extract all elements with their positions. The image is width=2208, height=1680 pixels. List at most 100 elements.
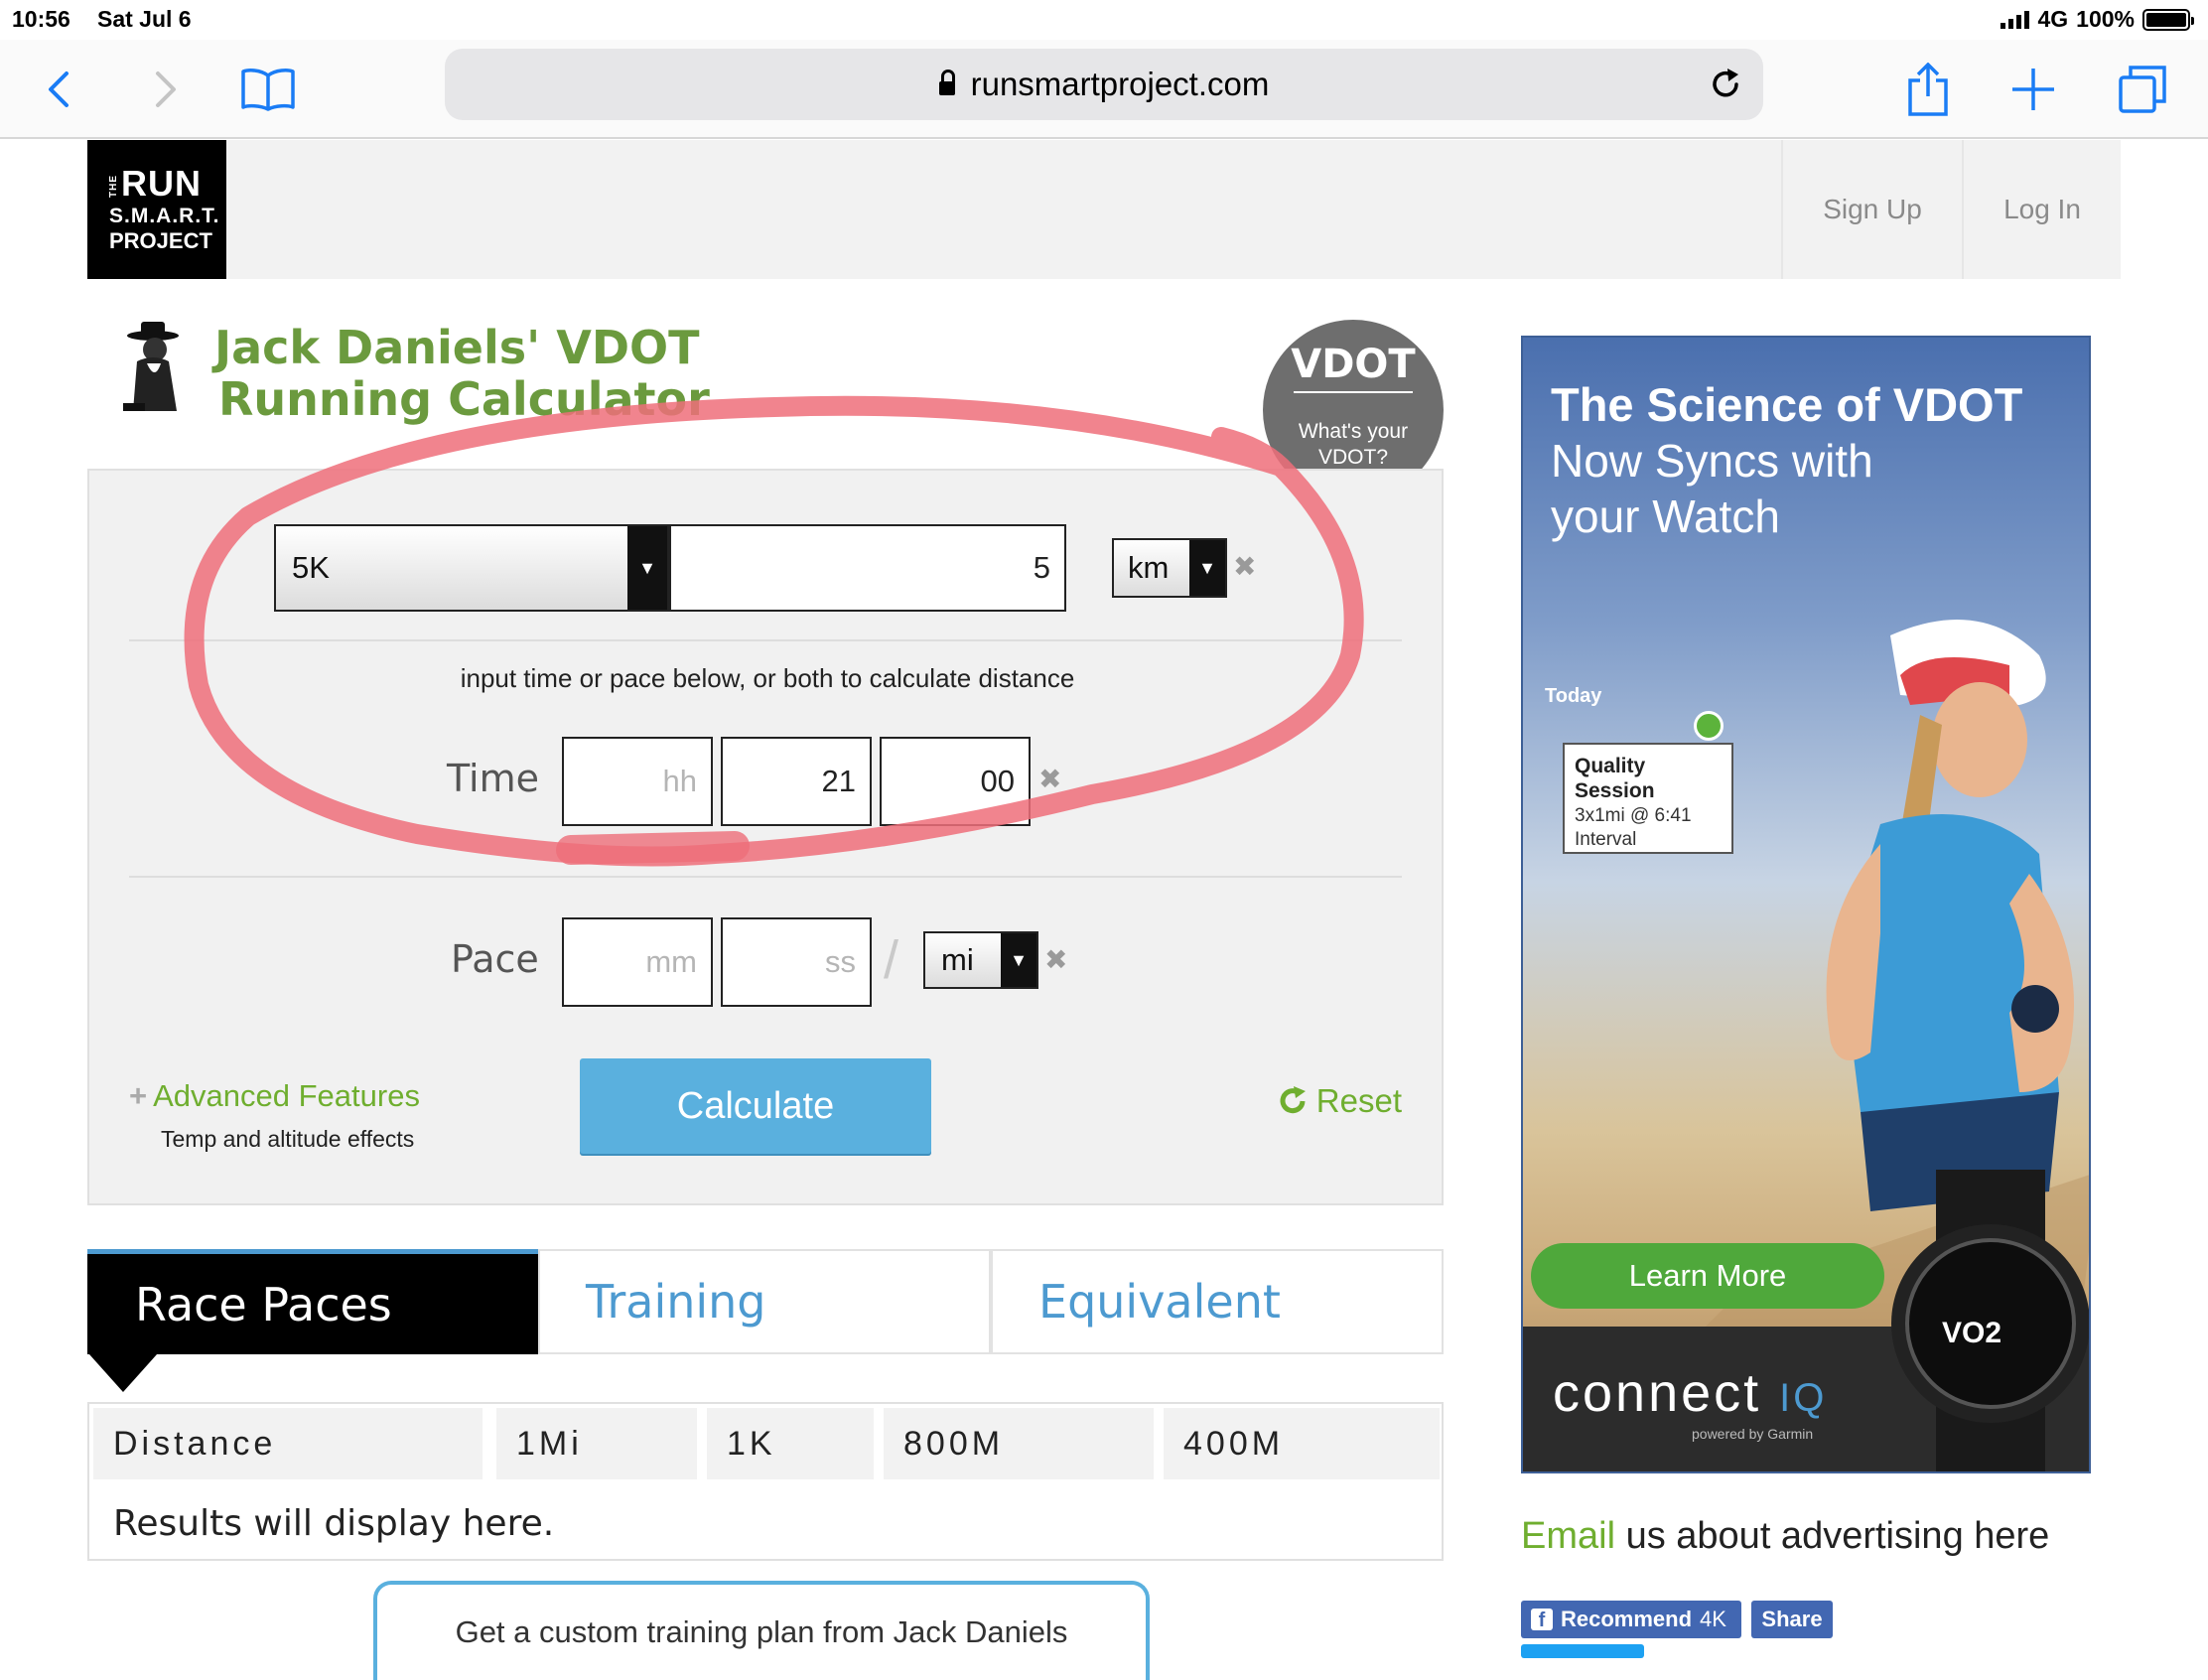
results-message: Results will display here. [113, 1503, 555, 1544]
time-minutes-input[interactable]: 21 [721, 737, 872, 826]
reload-icon[interactable] [1708, 67, 1743, 102]
pace-minutes-input[interactable]: mm [562, 917, 713, 1007]
clear-time-icon[interactable]: ✖ [1038, 763, 1061, 795]
column-header-1mi: 1Mi [496, 1408, 697, 1479]
logo-line-1: RUN [121, 163, 202, 204]
tabs-icon[interactable] [2111, 58, 2174, 121]
facebook-icon: f [1531, 1609, 1553, 1631]
time-hours-input[interactable]: hh [562, 737, 713, 826]
advanced-features-link[interactable]: + Advanced Features [129, 1078, 420, 1114]
clear-distance-icon[interactable]: ✖ [1233, 550, 1256, 583]
forward-icon[interactable] [133, 58, 197, 121]
logo-small: THE [108, 174, 119, 198]
race-select[interactable]: 5K ▼ [274, 524, 669, 612]
calculator-panel: 5K ▼ 5 km ▼ ✖ input time or pace below, … [87, 469, 1444, 1205]
pace-slash: / [884, 930, 899, 990]
chevron-down-icon: ▼ [1189, 540, 1225, 596]
ad-card-line-2: Interval [1575, 829, 1637, 850]
title-line-1: Jack Daniels' VDOT [214, 321, 700, 374]
tab-pointer [89, 1354, 157, 1392]
site-logo[interactable]: THERUN S.M.A.R.T. PROJECT [87, 140, 226, 279]
page-title: Jack Daniels' VDOT Running Calculator [214, 322, 710, 425]
chevron-down-icon: ▼ [1001, 933, 1036, 987]
ad-status-dot [1694, 711, 1724, 741]
vdot-badge-line-1: What's your [1298, 420, 1409, 443]
ad-subtitle-line-1: Now Syncs with [1551, 435, 1873, 487]
ad-card-line-1: 3x1mi @ 6:41 [1575, 805, 1692, 826]
advanced-features-label: Advanced Features [153, 1078, 420, 1113]
reset-button[interactable]: Reset [1277, 1082, 1402, 1120]
column-header-400m: 400M [1164, 1408, 1440, 1479]
distance-input[interactable]: 5 [669, 524, 1066, 612]
pace-label: Pace [451, 937, 539, 981]
distance-unit-value: km [1128, 550, 1170, 585]
new-tab-icon[interactable] [2001, 58, 2065, 121]
column-header-distance: Distance [93, 1408, 483, 1479]
log-in-link[interactable]: Log In [1962, 140, 2121, 279]
column-header-1k: 1K [707, 1408, 874, 1479]
tab-equivalent[interactable]: Equivalent [991, 1249, 1444, 1354]
logo-line-2: S.M.A.R.T. [109, 205, 220, 227]
garmin-ad[interactable]: The Science of VDOT Now Syncs with your … [1521, 336, 2091, 1473]
calculate-button[interactable]: Calculate [580, 1058, 931, 1154]
bookmarks-icon[interactable] [236, 58, 300, 121]
ad-brand-iq: IQ [1779, 1376, 1828, 1420]
divider [129, 639, 1402, 641]
title-line-2: Running Calculator [218, 372, 710, 426]
ad-learn-more-button[interactable]: Learn More [1531, 1243, 1884, 1309]
watch-vo2-label: VO2 [1942, 1317, 2002, 1349]
ad-subtitle-line-2: your Watch [1551, 490, 1780, 542]
pace-unit-value: mi [941, 942, 974, 977]
results-table: Distance 1Mi 1K 800M 400M Results will d… [87, 1402, 1444, 1561]
back-icon[interactable] [28, 58, 91, 121]
recommend-count: 4K [1700, 1607, 1726, 1631]
logo-line-3: PROJECT [109, 228, 212, 253]
ad-brand: connect IQ [1553, 1362, 1827, 1424]
battery-icon [2142, 8, 2194, 31]
advanced-features-subtitle: Temp and altitude effects [161, 1126, 415, 1152]
lock-icon [938, 70, 955, 95]
vdot-badge-title: VDOT [1291, 342, 1416, 387]
tab-training[interactable]: Training [538, 1249, 991, 1354]
time-seconds-input[interactable]: 00 [880, 737, 1031, 826]
email-link[interactable]: Email [1521, 1515, 1615, 1557]
advertise-text: us about advertising here [1615, 1515, 2050, 1557]
share-icon[interactable] [1896, 58, 1960, 121]
facebook-share-button[interactable]: Share [1751, 1601, 1833, 1638]
browser-toolbar: runsmartproject.com [0, 40, 2208, 139]
divider [129, 876, 1402, 878]
url-bar[interactable]: runsmartproject.com [445, 49, 1763, 120]
training-plan-button[interactable]: Get a custom training plan from Jack Dan… [373, 1581, 1150, 1680]
clear-pace-icon[interactable]: ✖ [1044, 943, 1067, 976]
ad-brand-name: connect [1553, 1363, 1762, 1423]
url-text: runsmartproject.com [970, 66, 1270, 102]
ad-subtitle: Now Syncs with your Watch [1551, 433, 1873, 544]
tab-race-paces[interactable]: Race Paces [87, 1249, 538, 1354]
battery-percent: 100% [2076, 6, 2135, 32]
vdot-badge-line-2: VDOT? [1317, 446, 1388, 469]
jack-daniels-icon [123, 322, 179, 411]
ad-card-title: Quality Session [1575, 755, 1655, 802]
recommend-label: Recommend [1561, 1607, 1693, 1631]
signal-icon [2001, 10, 2030, 29]
race-select-value: 5K [292, 550, 330, 585]
pace-unit-select[interactable]: mi ▼ [923, 931, 1038, 989]
ad-title: The Science of VDOT [1551, 378, 2023, 431]
chevron-down-icon: ▼ [627, 526, 667, 610]
refresh-icon [1280, 1086, 1306, 1114]
ad-powered-by: powered by Garmin [1692, 1426, 1814, 1442]
sign-up-link[interactable]: Sign Up [1781, 140, 1962, 279]
plus-icon: + [129, 1078, 148, 1113]
advertise-email-line: Email us about advertising here [1521, 1515, 2049, 1558]
status-right: 4G 100% [2001, 6, 2194, 33]
distance-unit-select[interactable]: km ▼ [1112, 538, 1227, 598]
facebook-recommend-button[interactable]: f Recommend 4K [1521, 1601, 1741, 1638]
network-label: 4G [2037, 6, 2069, 32]
status-date: Sat Jul 6 [97, 6, 192, 32]
pace-seconds-input[interactable]: ss [721, 917, 872, 1007]
status-bar: 10:56 Sat Jul 6 4G 100% [0, 0, 2208, 40]
status-time: 10:56 [12, 6, 70, 32]
ad-session-card: Quality Session 3x1mi @ 6:41 Interval [1563, 743, 1733, 854]
time-label: Time [447, 757, 539, 800]
vdot-badge-divider [1294, 391, 1413, 393]
